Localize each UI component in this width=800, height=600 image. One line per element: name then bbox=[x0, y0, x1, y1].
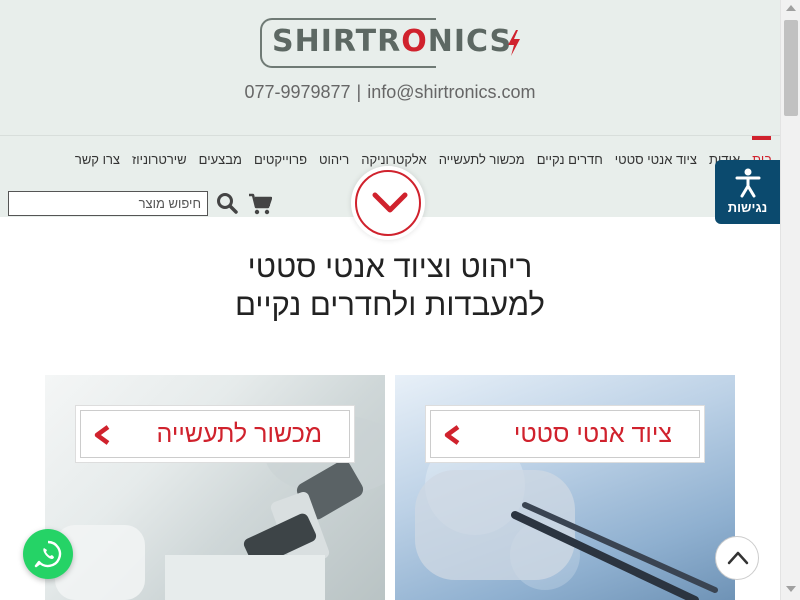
nav-item-cleanrooms[interactable]: חדרים נקיים bbox=[537, 152, 603, 167]
phone-number[interactable]: 077-9979877 bbox=[244, 82, 350, 102]
scroll-to-top-button[interactable] bbox=[715, 536, 759, 580]
nav-item-industry-instruments[interactable]: מכשור לתעשייה bbox=[439, 152, 525, 167]
whatsapp-button[interactable] bbox=[23, 529, 73, 579]
card-title-industry-instruments: מכשור לתעשייה bbox=[156, 420, 323, 448]
nav-menu: בית אודות ציוד אנטי סטטי חדרים נקיים מכש… bbox=[75, 152, 772, 167]
chevron-up-icon bbox=[727, 551, 749, 565]
card-title-antistatic: ציוד אנטי סטטי bbox=[513, 420, 672, 448]
contact-line: 077-9979877 | info@shirtronics.com bbox=[0, 82, 780, 103]
whatsapp-icon bbox=[34, 540, 62, 568]
nav-item-sales[interactable]: מבצעים bbox=[199, 152, 242, 167]
chevron-left-icon bbox=[444, 425, 460, 445]
nav-item-electronics[interactable]: אלקטרוניקה bbox=[361, 152, 426, 167]
shirtronics-logo[interactable]: SHIRTRONICS bbox=[260, 18, 522, 68]
nav-item-news[interactable]: שירטרוניוז bbox=[132, 152, 187, 167]
card-label-antistatic[interactable]: ציוד אנטי סטטי bbox=[425, 405, 705, 463]
search-icon[interactable] bbox=[216, 192, 238, 214]
product-search-input[interactable] bbox=[8, 191, 208, 216]
expand-menu-button[interactable] bbox=[355, 170, 421, 236]
page-headline: ריהוט וציוד אנטי סטטי למעבדות ולחדרים נק… bbox=[0, 248, 780, 324]
email-link[interactable]: info@shirtronics.com bbox=[367, 82, 535, 102]
contact-separator: | bbox=[356, 82, 362, 102]
accessibility-label: נגישות bbox=[727, 200, 768, 215]
category-card-antistatic[interactable]: ציוד אנטי סטטי bbox=[395, 375, 735, 600]
nav-item-projects[interactable]: פרוייקטים bbox=[254, 152, 307, 167]
card-label-industry-instruments[interactable]: מכשור לתעשייה bbox=[75, 405, 355, 463]
headline-line-2: למעבדות ולחדרים נקיים bbox=[235, 287, 545, 322]
nav-item-antistatic[interactable]: ציוד אנטי סטטי bbox=[615, 152, 697, 167]
page-scrollbar[interactable] bbox=[780, 0, 800, 600]
nav-active-indicator bbox=[752, 136, 771, 140]
cart-icon[interactable] bbox=[248, 193, 272, 215]
accessibility-button[interactable]: נגישות bbox=[715, 160, 780, 224]
chevron-down-icon bbox=[372, 192, 408, 213]
scroll-up-arrow-icon[interactable] bbox=[786, 5, 796, 11]
chevron-left-icon bbox=[94, 425, 110, 445]
scrollbar-thumb[interactable] bbox=[784, 20, 798, 116]
scroll-down-arrow-icon[interactable] bbox=[786, 586, 796, 592]
category-card-industry-instruments[interactable]: מכשור לתעשייה bbox=[45, 375, 385, 600]
site-header: SHIRTRONICS 077-9979877 | info@shirtronics… bbox=[0, 0, 780, 135]
headline-line-1: ריהוט וציוד אנטי סטטי bbox=[247, 249, 533, 284]
logo-text: SHIRTRONICS bbox=[272, 24, 513, 59]
nav-item-furniture[interactable]: ריהוט bbox=[319, 152, 349, 167]
lightning-bolt-icon bbox=[508, 30, 520, 56]
accessibility-icon bbox=[735, 168, 761, 198]
nav-item-contact[interactable]: צרו קשר bbox=[75, 152, 120, 167]
